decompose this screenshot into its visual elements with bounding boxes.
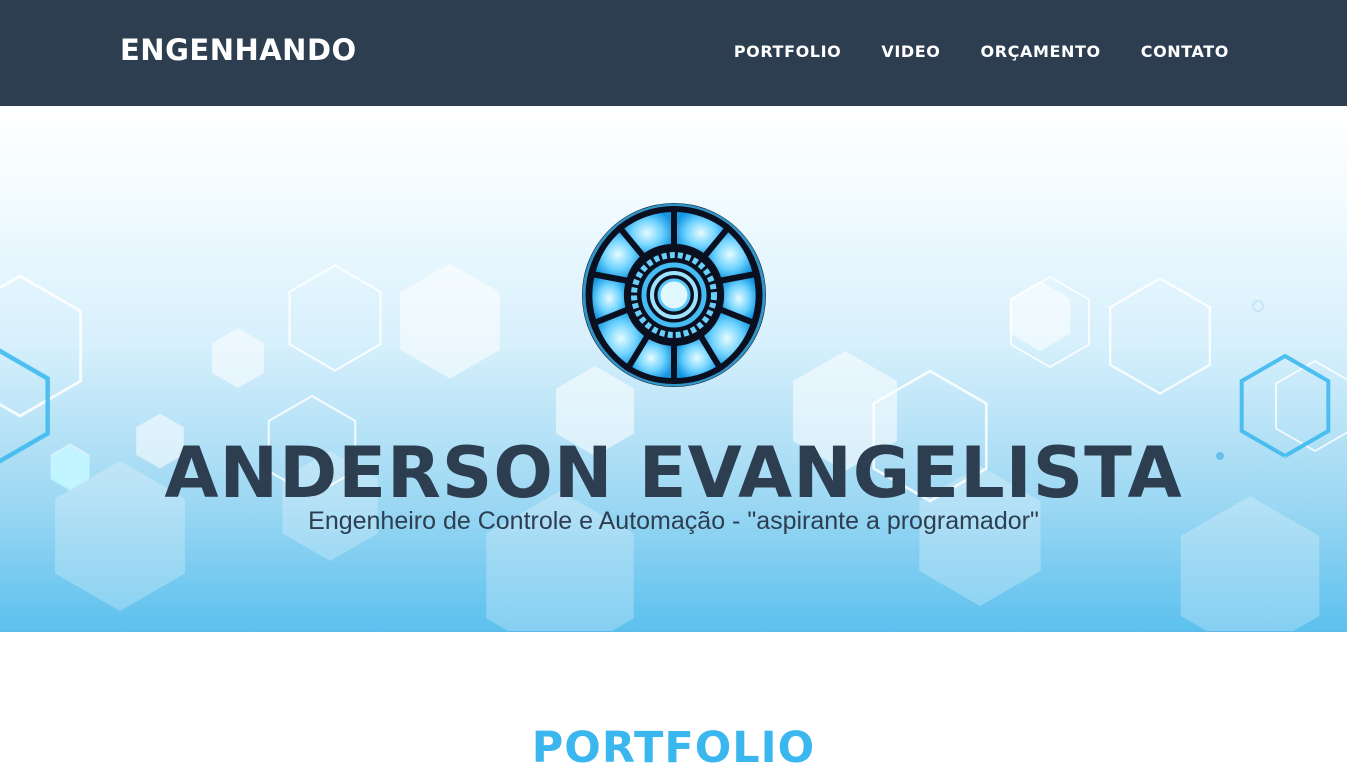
hero-section: ANDERSON EVANGELISTA Engenheiro de Contr…: [0, 106, 1347, 632]
hero-divider: [0, 631, 1347, 632]
nav-links: PORTFOLIO VIDEO ORÇAMENTO CONTATO: [694, 42, 1229, 61]
hero-subtitle: Engenheiro de Controle e Automação - "as…: [308, 507, 1039, 535]
nav-link-video[interactable]: VIDEO: [881, 42, 940, 61]
nav-link-contato[interactable]: CONTATO: [1141, 42, 1229, 61]
arc-reactor-icon: [582, 203, 766, 387]
nav-link-orcamento[interactable]: ORÇAMENTO: [981, 42, 1101, 61]
brand-link[interactable]: ENGENHANDO: [120, 33, 357, 67]
navbar: ENGENHANDO PORTFOLIO VIDEO ORÇAMENTO CON…: [0, 0, 1347, 106]
nav-link-portfolio[interactable]: PORTFOLIO: [734, 42, 842, 61]
